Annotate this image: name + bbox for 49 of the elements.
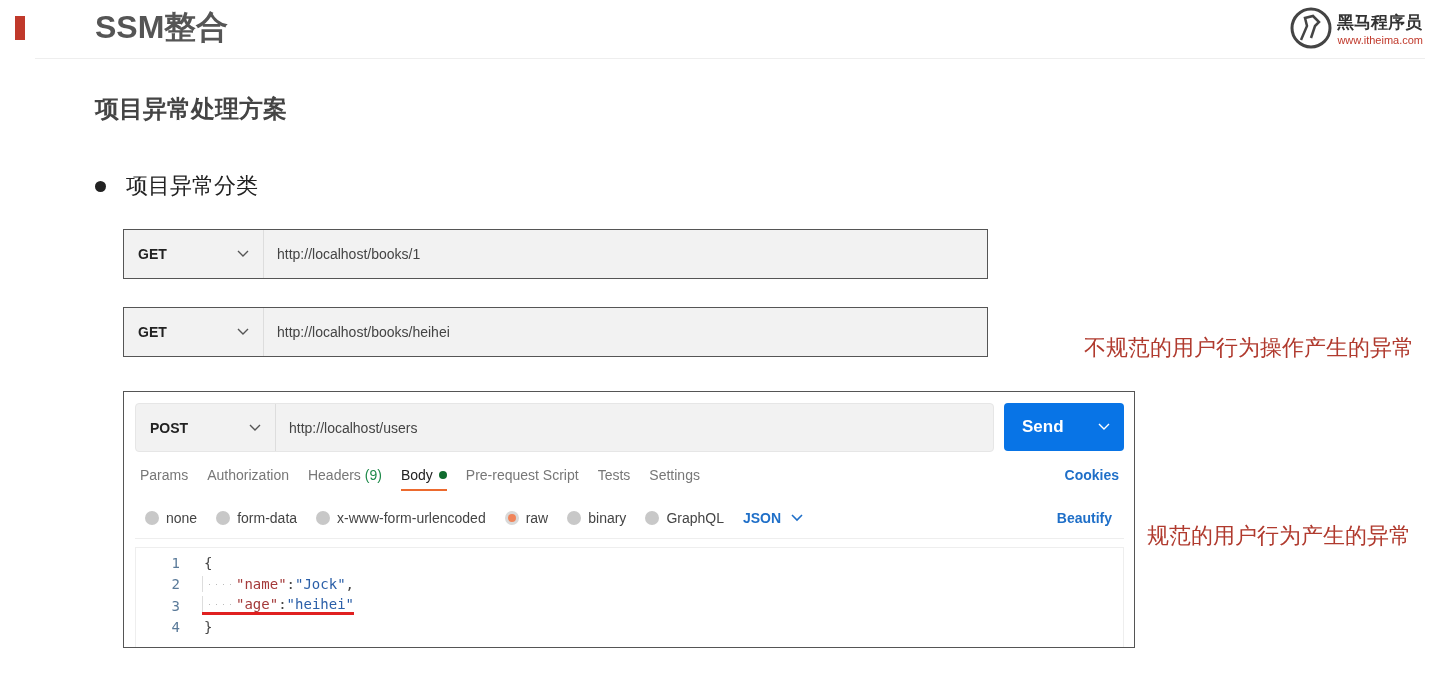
radio-button[interactable]: [145, 511, 159, 525]
line-number: 2: [170, 576, 180, 593]
radio-label[interactable]: GraphQL: [666, 510, 724, 526]
brand-url: www.itheima.com: [1337, 33, 1423, 46]
method-dropdown[interactable]: GET: [124, 230, 264, 278]
bullet-text: 项目异常分类: [126, 172, 258, 200]
code-editor[interactable]: 1 { 2 "name":"Jock", 3 "age":"heihei" 4 }: [135, 547, 1124, 647]
radio-button[interactable]: [645, 511, 660, 525]
horse-logo-icon: [1289, 6, 1334, 50]
request-tab[interactable]: Pre-request Script: [465, 459, 579, 491]
chevron-down-icon[interactable]: [791, 514, 804, 522]
beautify-link[interactable]: Beautify: [1056, 510, 1112, 526]
chevron-down-icon: [249, 423, 261, 432]
line-number: 1: [170, 554, 180, 571]
brand-name: 黑马程序员: [1337, 11, 1423, 34]
radio-button[interactable]: [316, 511, 331, 525]
annotation-text: 规范的用户行为产生的异常: [1147, 522, 1411, 550]
accent-bar: [15, 16, 25, 40]
radio-button[interactable]: [216, 511, 231, 525]
radio-label[interactable]: form-data: [237, 510, 298, 526]
line-number: 3: [170, 597, 180, 614]
request-tab[interactable]: Tests: [597, 459, 631, 491]
request-tab[interactable]: Settings: [649, 459, 700, 491]
chevron-down-icon: [237, 250, 249, 258]
cookies-link[interactable]: Cookies: [1064, 467, 1119, 483]
request-tab[interactable]: Authorization: [207, 459, 289, 491]
line-number: 4: [170, 619, 180, 636]
chevron-down-icon: [237, 328, 249, 336]
method-dropdown[interactable]: POST: [136, 404, 276, 451]
request-tab[interactable]: Headers (9): [307, 459, 382, 491]
bullet-dot: [95, 180, 106, 192]
radio-button[interactable]: [504, 511, 519, 525]
request-tab[interactable]: Params: [140, 459, 189, 491]
radio-label[interactable]: binary: [588, 510, 627, 526]
section-heading: 项目异常处理方案: [95, 94, 288, 124]
format-dropdown[interactable]: JSON: [742, 510, 782, 526]
radio-label[interactable]: none: [166, 510, 198, 526]
radio-button[interactable]: [567, 511, 582, 525]
annotation-text: 不规范的用户行为操作产生的异常: [1084, 334, 1414, 362]
url-field[interactable]: http://localhost/books/1: [264, 246, 421, 262]
method-dropdown[interactable]: GET: [124, 308, 264, 356]
request-tab[interactable]: Body: [400, 459, 447, 491]
code-line: {: [204, 554, 213, 571]
radio-label[interactable]: raw: [525, 510, 549, 526]
url-field[interactable]: http://localhost/users: [276, 419, 418, 436]
slide-title: SSM整合: [95, 8, 229, 47]
code-line: }: [204, 619, 213, 636]
url-field[interactable]: http://localhost/books/heihei: [264, 324, 450, 340]
radio-label[interactable]: x-www-form-urlencoded: [337, 510, 486, 526]
